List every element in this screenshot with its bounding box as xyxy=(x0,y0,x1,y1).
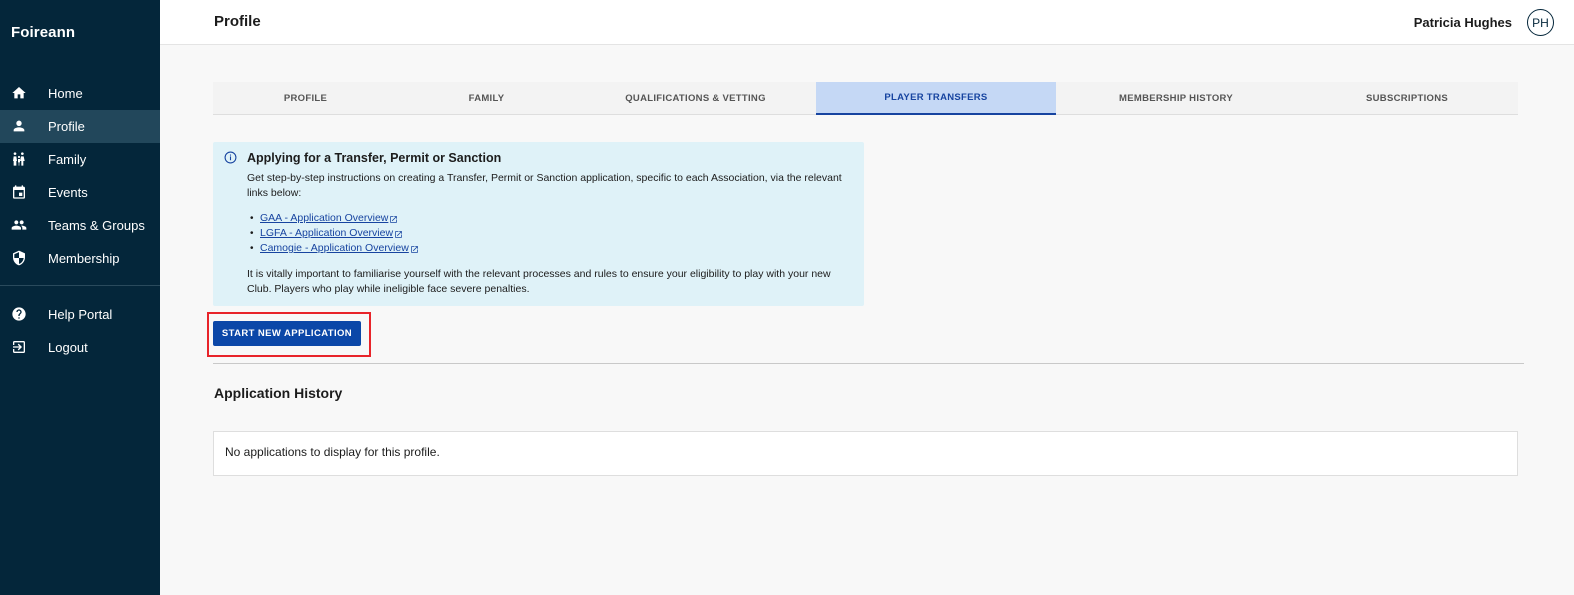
sidebar-item-label: Teams & Groups xyxy=(48,218,145,233)
tab-player-transfers[interactable]: PLAYER TRANSFERS xyxy=(816,82,1056,115)
tab-profile[interactable]: PROFILE xyxy=(213,82,398,115)
user-name[interactable]: Patricia Hughes xyxy=(1414,15,1512,30)
start-new-application-button[interactable]: START NEW APPLICATION xyxy=(213,321,361,346)
external-link-icon xyxy=(410,244,419,253)
application-links: GAA - Application Overview LGFA - Applic… xyxy=(260,211,419,256)
sidebar-item-events[interactable]: Events xyxy=(0,176,160,209)
person-icon xyxy=(11,118,27,134)
info-title: Applying for a Transfer, Permit or Sanct… xyxy=(247,151,502,165)
tab-subscriptions[interactable]: SUBSCRIPTIONS xyxy=(1296,82,1518,115)
info-footer: It is vitally important to familiarise y… xyxy=(247,268,831,295)
sidebar-item-label: Membership xyxy=(48,251,120,266)
sidebar-item-label: Help Portal xyxy=(48,307,113,322)
help-icon xyxy=(11,306,27,322)
sidebar-item-profile[interactable]: Profile xyxy=(0,110,160,143)
list-item: Camogie - Application Overview xyxy=(260,241,419,256)
section-divider xyxy=(213,363,1524,364)
sidebar-item-membership[interactable]: Membership xyxy=(0,242,160,275)
top-bar: Profile Patricia Hughes PH xyxy=(160,0,1574,45)
sidebar-item-label: Family xyxy=(48,152,87,167)
external-link-icon xyxy=(389,214,398,223)
camogie-application-link[interactable]: Camogie - Application Overview xyxy=(260,241,409,256)
sidebar-item-label: Events xyxy=(48,185,88,200)
avatar[interactable]: PH xyxy=(1527,9,1554,36)
profile-tabs: PROFILE FAMILY QUALIFICATIONS & VETTING … xyxy=(213,82,1518,115)
sidebar-item-family[interactable]: Family xyxy=(0,143,160,176)
page-title: Profile xyxy=(214,13,261,30)
lgfa-application-link[interactable]: LGFA - Application Overview xyxy=(260,226,393,241)
sidebar-item-teams[interactable]: Teams & Groups xyxy=(0,209,160,242)
sidebar-item-label: Home xyxy=(48,86,83,101)
info-icon xyxy=(224,151,237,164)
group-icon xyxy=(11,217,27,233)
logout-icon xyxy=(11,339,27,355)
list-item: GAA - Application Overview xyxy=(260,211,419,226)
sidebar-divider xyxy=(0,285,160,286)
sidebar-item-label: Logout xyxy=(48,340,88,355)
home-icon xyxy=(11,85,27,101)
calendar-icon xyxy=(11,184,27,200)
empty-state-text: No applications to display for this prof… xyxy=(225,445,440,459)
shield-icon xyxy=(11,250,27,266)
tab-family[interactable]: FAMILY xyxy=(398,82,575,115)
sidebar-item-label: Profile xyxy=(48,119,85,134)
sidebar-item-help-portal[interactable]: Help Portal xyxy=(0,298,160,331)
tab-membership-history[interactable]: MEMBERSHIP HISTORY xyxy=(1056,82,1296,115)
gaa-application-link[interactable]: GAA - Application Overview xyxy=(260,211,388,226)
application-history-list: No applications to display for this prof… xyxy=(213,431,1518,476)
sidebar: Foireann Home Profile Family Events Team… xyxy=(0,0,160,595)
info-alert: Applying for a Transfer, Permit or Sanct… xyxy=(213,142,864,306)
info-intro: Get step-by-step instructions on creatin… xyxy=(247,172,842,199)
sidebar-item-home[interactable]: Home xyxy=(0,77,160,110)
sidebar-item-logout[interactable]: Logout xyxy=(0,331,160,364)
tab-qualifications-vetting[interactable]: QUALIFICATIONS & VETTING xyxy=(575,82,816,115)
brand-logo: Foireann xyxy=(11,24,76,41)
list-item: LGFA - Application Overview xyxy=(260,226,419,241)
external-link-icon xyxy=(394,229,403,238)
family-icon xyxy=(11,151,27,167)
application-history-title: Application History xyxy=(214,385,343,401)
